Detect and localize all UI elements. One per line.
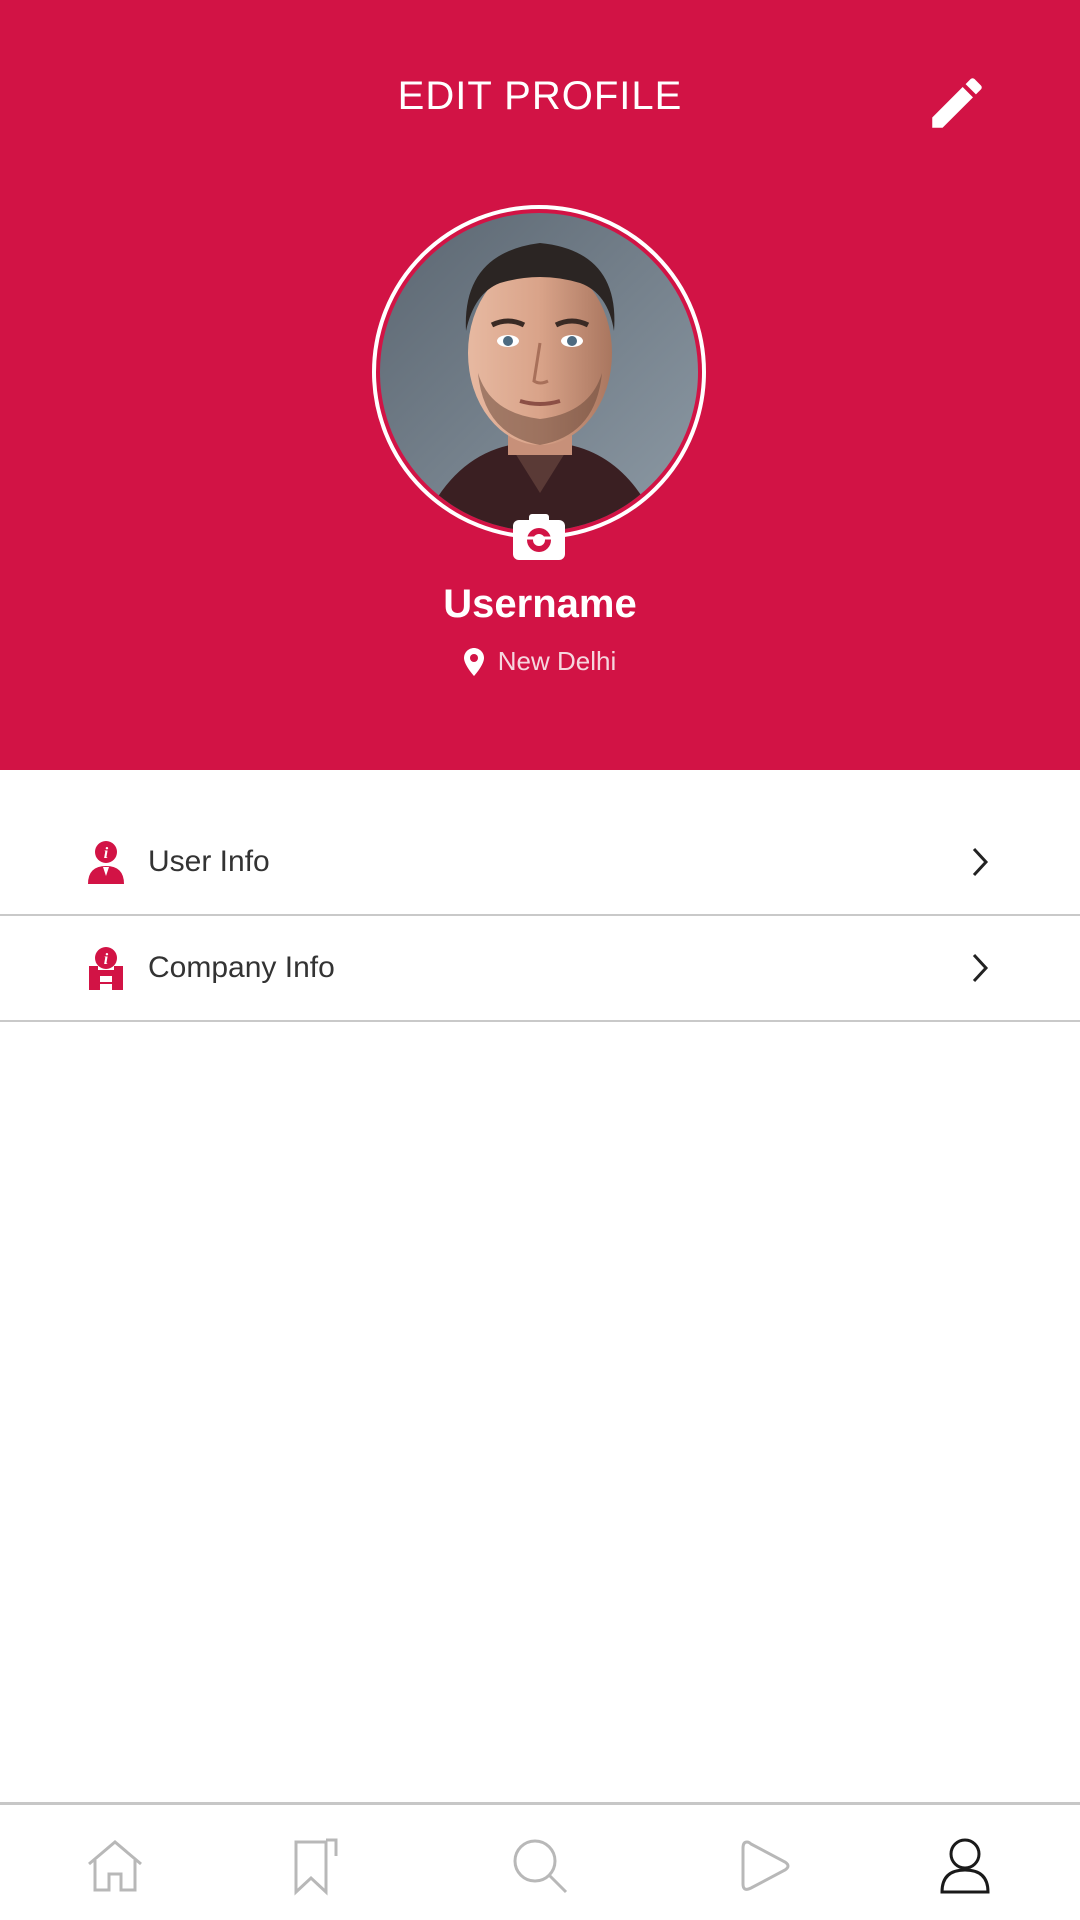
menu-item-label: Company Info: [148, 951, 335, 984]
edit-button[interactable]: [918, 64, 996, 142]
menu-item-label: User Info: [148, 845, 270, 878]
bookmark-icon: [294, 1838, 338, 1896]
location-text: New Delhi: [497, 646, 617, 676]
menu-item-user-info[interactable]: i User Info: [0, 810, 1080, 916]
edit-profile-screen: EDIT PROFILE Username New Delhi i User I…: [0, 0, 1080, 1920]
nav-home[interactable]: [80, 1831, 150, 1901]
user-info-icon: i: [88, 841, 124, 884]
location-row: New Delhi: [0, 646, 1080, 677]
play-icon: [741, 1840, 790, 1891]
chevron-right-icon: [972, 953, 989, 983]
search-icon: [513, 1839, 568, 1894]
pencil-icon: [932, 78, 982, 128]
chevron-right-icon: [972, 847, 989, 877]
bottom-nav: [0, 1802, 1080, 1920]
avatar[interactable]: [380, 213, 698, 531]
home-icon: [88, 1840, 142, 1892]
nav-search[interactable]: [505, 1831, 575, 1901]
company-info-icon: i: [89, 947, 123, 990]
profile-icon: [940, 1838, 990, 1894]
menu-item-company-info[interactable]: i Company Info: [0, 916, 1080, 1022]
camera-icon: [513, 514, 565, 560]
nav-profile[interactable]: [930, 1831, 1000, 1901]
username: Username: [443, 582, 637, 626]
svg-text:i: i: [104, 845, 109, 862]
nav-play[interactable]: [730, 1831, 800, 1901]
svg-text:i: i: [104, 951, 109, 968]
avatar-photo: [380, 213, 698, 531]
map-pin-icon: [463, 647, 484, 676]
nav-bookmarks[interactable]: [280, 1831, 350, 1901]
profile-header: EDIT PROFILE Username New Delhi: [0, 0, 1080, 770]
change-photo-button[interactable]: [512, 512, 566, 560]
